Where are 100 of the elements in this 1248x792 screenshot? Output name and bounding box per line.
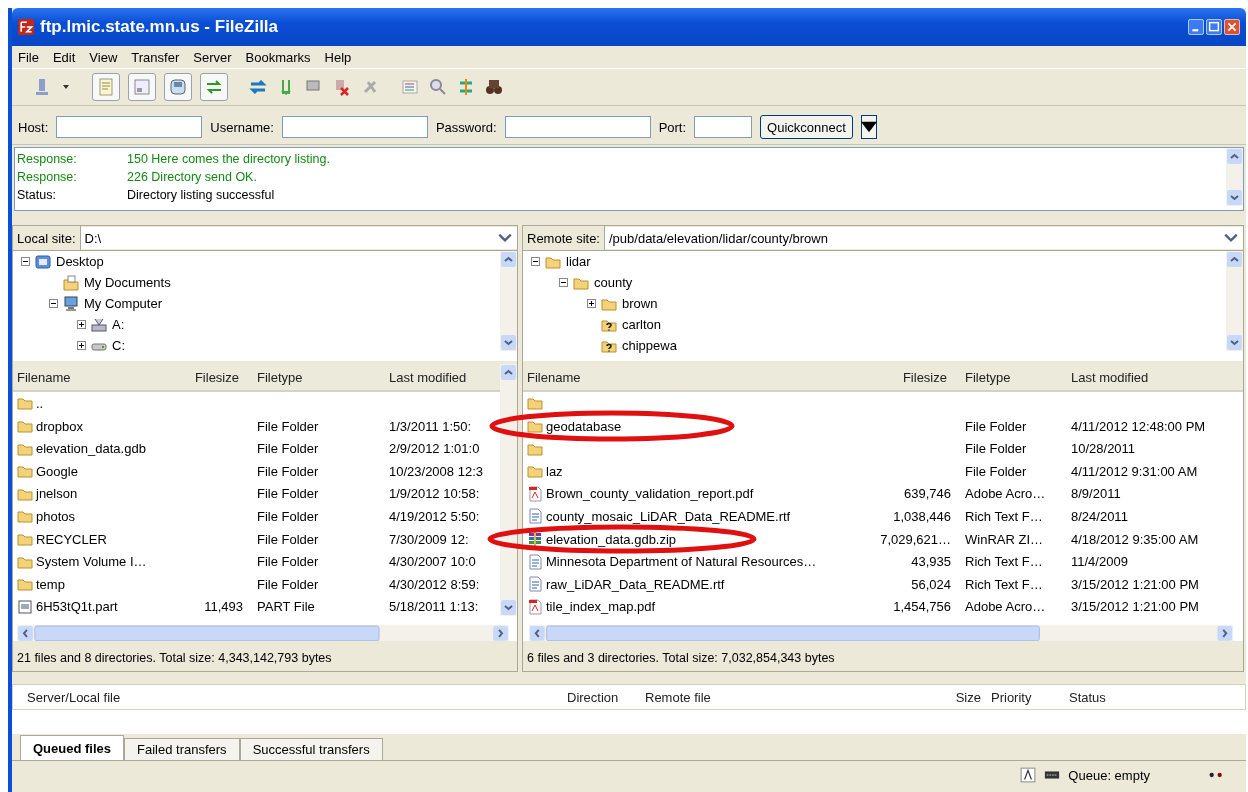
caret-icon bbox=[860, 119, 877, 135]
scrollbar[interactable] bbox=[1226, 148, 1243, 206]
column-header[interactable]: Filename bbox=[13, 369, 191, 385]
binoculars-icon[interactable] bbox=[484, 77, 504, 97]
menu-item[interactable]: File bbox=[18, 49, 39, 65]
file-name[interactable]: county_mosaic_LiDAR_Data_README.rtf bbox=[546, 508, 791, 524]
menu-item[interactable]: Bookmarks bbox=[245, 49, 311, 65]
transfer-arrows-icon[interactable] bbox=[200, 73, 228, 101]
notepad-icon[interactable] bbox=[92, 73, 120, 101]
modified-date: 11/4/2009 bbox=[1071, 554, 1128, 570]
tab[interactable]: Failed transfers bbox=[124, 738, 240, 760]
scrollbar[interactable] bbox=[1226, 251, 1243, 351]
expand-icon[interactable] bbox=[77, 341, 86, 350]
search-icon[interactable] bbox=[428, 77, 448, 97]
close-icon[interactable] bbox=[1224, 19, 1240, 35]
column-header[interactable]: Server/Local file bbox=[13, 689, 567, 705]
refresh-icon[interactable] bbox=[248, 77, 268, 97]
column-header[interactable]: Filetype bbox=[243, 369, 379, 385]
column-header[interactable]: Remote file bbox=[645, 689, 941, 705]
menu-item[interactable]: Edit bbox=[52, 49, 76, 65]
tree-item[interactable]: carlton bbox=[622, 317, 662, 332]
pdf-icon bbox=[527, 485, 543, 502]
scrollbar[interactable] bbox=[500, 364, 517, 617]
column-header[interactable]: Status bbox=[1063, 689, 1106, 705]
menu-item[interactable]: Help bbox=[324, 49, 352, 65]
file-type: Rich Text F… bbox=[965, 508, 1043, 524]
scrollbar[interactable] bbox=[500, 251, 517, 351]
tree-item[interactable]: chippewa bbox=[622, 338, 677, 353]
tree-item[interactable]: county bbox=[594, 275, 633, 290]
column-header[interactable]: Filesize bbox=[871, 369, 951, 385]
file-name[interactable]: dropbox bbox=[36, 418, 83, 434]
menu-item[interactable]: Server bbox=[193, 49, 232, 65]
modified-date: 8/24/2011 bbox=[1071, 508, 1128, 524]
quickconnect-button[interactable]: Quickconnect bbox=[760, 115, 853, 139]
panel-icon[interactable] bbox=[128, 73, 156, 101]
path-field[interactable]: /pub/data/elevation/lidar/county/brown bbox=[605, 227, 1243, 249]
collapse-icon[interactable] bbox=[49, 299, 58, 308]
text-mode-icon bbox=[1020, 767, 1037, 783]
input-field[interactable] bbox=[281, 116, 428, 138]
collapse-icon[interactable] bbox=[559, 278, 568, 287]
dropdown-button[interactable] bbox=[860, 115, 877, 139]
tree-item[interactable]: A: bbox=[112, 317, 125, 332]
file-name[interactable]: Minnesota Department of Natural Resources… bbox=[546, 554, 817, 570]
tree-item[interactable]: My Documents bbox=[84, 275, 171, 290]
file-type: Rich Text F… bbox=[965, 554, 1043, 570]
computer-icon bbox=[63, 295, 79, 312]
expand-icon[interactable] bbox=[77, 320, 86, 329]
menu-item[interactable]: Transfer bbox=[131, 49, 180, 65]
column-header[interactable]: Size bbox=[941, 689, 981, 705]
input-field[interactable] bbox=[56, 116, 203, 138]
column-header[interactable]: Last modified bbox=[1061, 369, 1241, 385]
maximize-icon[interactable] bbox=[1206, 19, 1222, 35]
file-name[interactable]: RECYCLER bbox=[36, 531, 107, 547]
tree-item[interactable]: brown bbox=[622, 296, 658, 311]
field-label: Host: bbox=[18, 119, 49, 135]
collapse-icon[interactable] bbox=[21, 257, 30, 266]
file-name[interactable]: Brown_county_validation_report.pdf bbox=[546, 486, 754, 502]
file-type: PART File bbox=[257, 599, 315, 615]
file-name[interactable]: elevation_data.gdb bbox=[36, 441, 146, 457]
file-name[interactable]: tile_index_map.pdf bbox=[546, 599, 656, 615]
file-name[interactable]: jnelson bbox=[36, 486, 78, 502]
file-name[interactable]: photos bbox=[36, 508, 76, 524]
field-label: Username: bbox=[210, 119, 274, 135]
column-header[interactable]: Filesize bbox=[191, 369, 243, 385]
file-name[interactable]: geodatabase bbox=[546, 418, 622, 434]
input-field[interactable] bbox=[504, 116, 651, 138]
menu-item[interactable]: View bbox=[89, 49, 118, 65]
tree-item[interactable]: Desktop bbox=[56, 254, 104, 269]
expand-icon[interactable] bbox=[587, 299, 596, 308]
site-label: Remote site: bbox=[523, 226, 605, 250]
path-field[interactable]: D:\ bbox=[80, 227, 517, 249]
tab[interactable]: Successful transfers bbox=[239, 738, 383, 760]
document-icon bbox=[527, 576, 543, 593]
modified-date: 7/30/2009 12: bbox=[389, 531, 469, 547]
file-name[interactable]: laz bbox=[546, 463, 563, 479]
tree-item[interactable]: lidar bbox=[566, 254, 591, 269]
collapse-icon[interactable] bbox=[531, 257, 540, 266]
file-name[interactable]: .. bbox=[36, 395, 44, 411]
tree-item[interactable]: C: bbox=[112, 338, 125, 353]
file-name[interactable]: 6H53tQ1t.part bbox=[36, 599, 118, 615]
file-name[interactable]: temp bbox=[36, 576, 65, 592]
minimize-icon[interactable] bbox=[1188, 19, 1204, 35]
file-name[interactable]: Google bbox=[36, 463, 78, 479]
tree-item[interactable]: My Computer bbox=[84, 296, 163, 311]
file-name[interactable]: System Volume I… bbox=[36, 554, 147, 570]
file-size: 639,746 bbox=[904, 486, 951, 502]
column-header[interactable]: Direction bbox=[567, 689, 645, 705]
file-name[interactable]: raw_LiDAR_Data_README.rtf bbox=[546, 576, 725, 592]
column-header[interactable]: Priority bbox=[981, 689, 1063, 705]
tab[interactable]: Queued files bbox=[20, 735, 125, 760]
summary-text: 6 files and 3 directories. Total size: 7,032,854,343 bytes bbox=[523, 641, 1243, 671]
list-icon[interactable] bbox=[400, 77, 420, 97]
file-name[interactable]: elevation_data.gdb.zip bbox=[546, 531, 677, 547]
field-label: Port: bbox=[658, 119, 687, 135]
file-size: 1,454,756 bbox=[893, 599, 951, 615]
column-header[interactable]: Filetype bbox=[951, 369, 1061, 385]
layout-icon[interactable] bbox=[164, 73, 192, 101]
column-header[interactable]: Filename bbox=[523, 369, 871, 385]
input-field[interactable] bbox=[694, 116, 753, 138]
column-header[interactable]: Last modified bbox=[379, 369, 495, 385]
